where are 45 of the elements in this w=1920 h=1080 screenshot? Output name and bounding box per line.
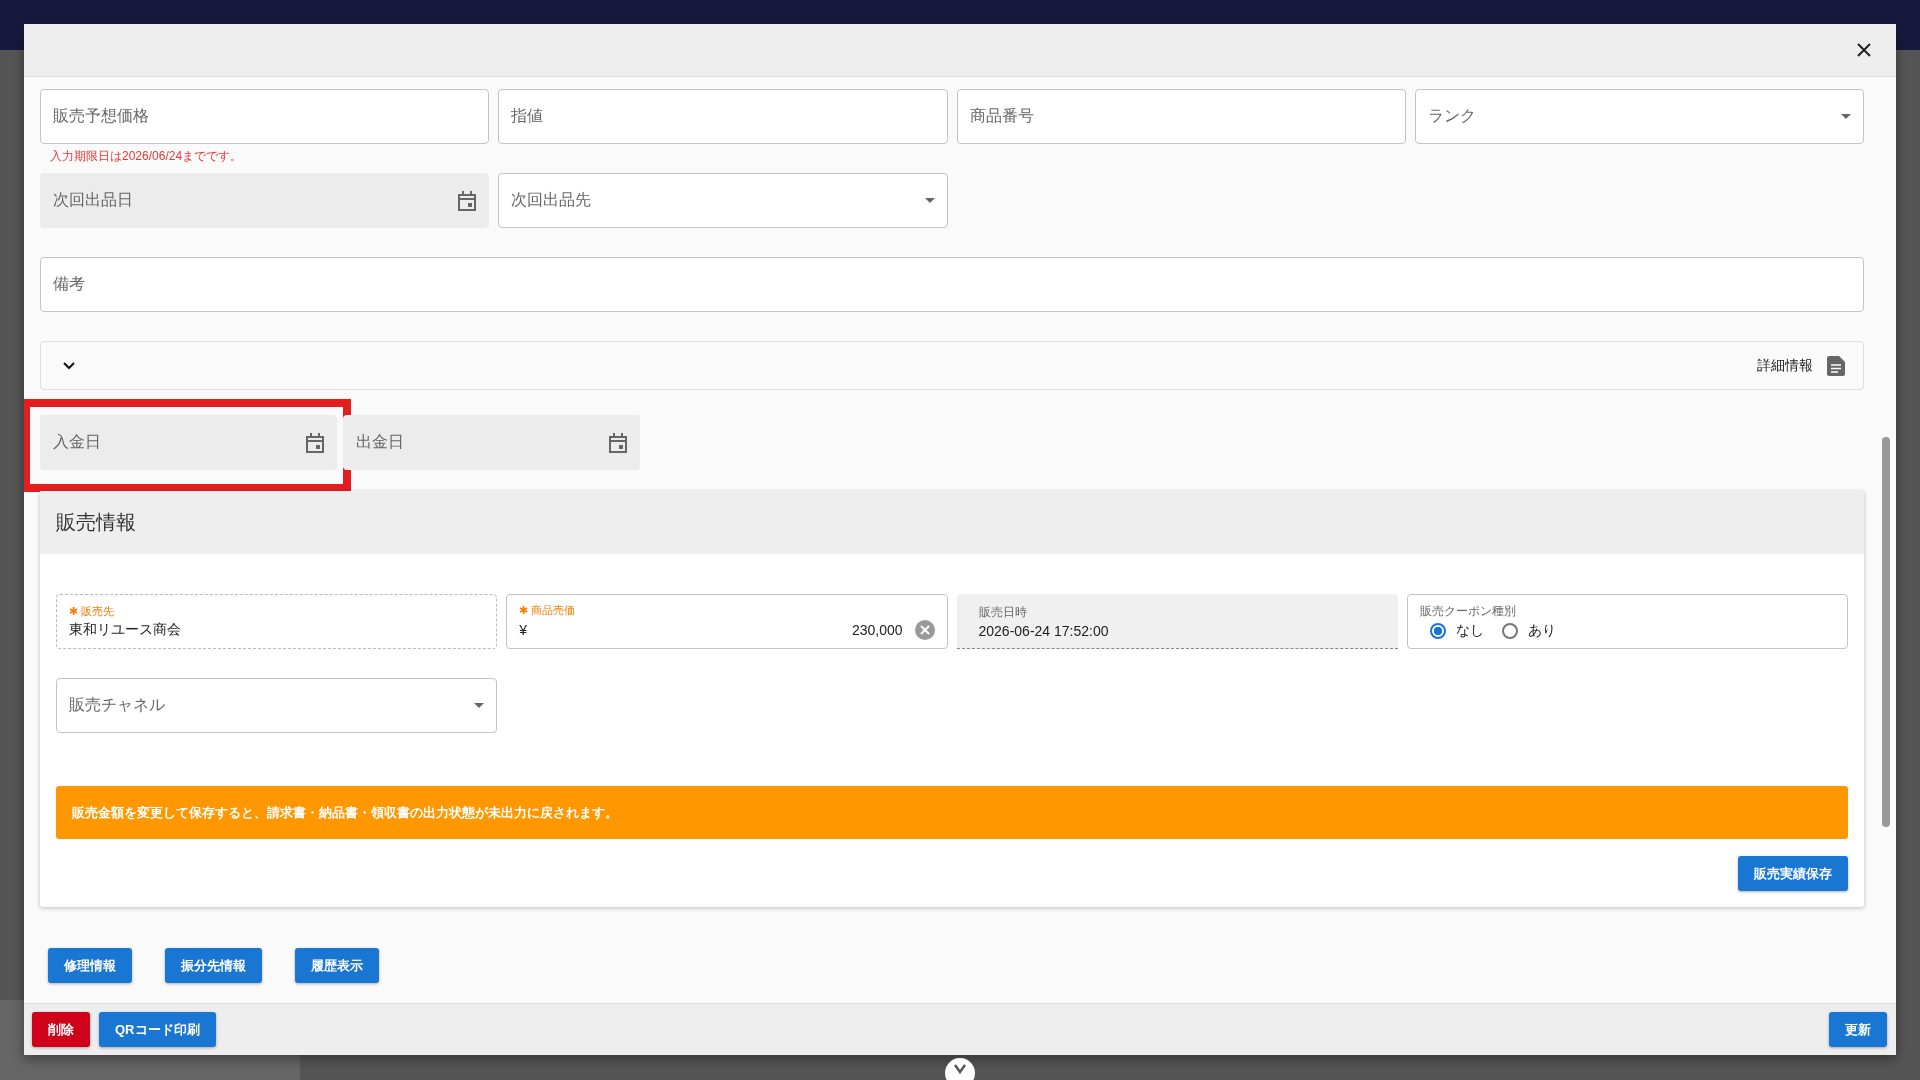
date-field[interactable]: 入金日 — [40, 415, 337, 470]
expansion-panel[interactable]: 詳細情報 — [40, 341, 1864, 390]
dropdown-caret-icon — [474, 703, 485, 708]
input-field[interactable]: 販売予想価格 — [40, 89, 490, 144]
expand-handle[interactable] — [945, 1058, 975, 1080]
radio-label: あり — [1527, 622, 1556, 640]
footer-button[interactable]: QRコード印刷 — [99, 1012, 216, 1047]
warning-banner: 販売金額を変更して保存すると、請求書・納品書・領収書の出力状態が未出力に戻されます。 — [56, 786, 1848, 839]
error-message: 入力期限日は2026/06/24までです。 — [49, 148, 244, 163]
calendar-icon — [458, 190, 477, 211]
radio-label: なし — [1455, 622, 1484, 640]
required-mark: ✱ — [69, 605, 78, 618]
dropdown-caret-icon — [1841, 114, 1851, 119]
dropdown-caret-icon — [924, 198, 935, 203]
field-label: 商品売価 — [531, 603, 576, 618]
readonly-field: ✱ 販売先 東和リユース商会 — [56, 594, 498, 649]
field-label: 販売日時 — [978, 603, 1028, 621]
radio-button[interactable] — [1429, 623, 1446, 639]
select-field[interactable]: 販売チャネル — [56, 678, 498, 733]
select-field[interactable]: ランク — [1414, 89, 1864, 144]
clear-icon[interactable] — [914, 620, 935, 640]
footer-button[interactable]: 削除 — [32, 1012, 90, 1047]
radio-button[interactable] — [1501, 623, 1518, 639]
required-mark: ✱ — [519, 604, 529, 617]
input-field[interactable]: 備考 — [40, 257, 1864, 312]
panel-title: 詳細情報 — [1757, 356, 1813, 375]
date-field[interactable]: 出金日 — [343, 415, 640, 470]
input-field[interactable]: 商品番号 — [956, 89, 1406, 144]
price-field[interactable]: ✱ 商品売価 ¥ 230,000 — [506, 594, 948, 649]
action-button[interactable]: 修理情報 — [48, 948, 132, 983]
save-button[interactable]: 販売実績保存 — [1738, 856, 1848, 891]
readonly-field: 販売日時 2026-06-24 17:52:00 — [956, 594, 1398, 649]
close-icon — [1856, 42, 1872, 58]
action-button[interactable]: 履歴表示 — [295, 948, 379, 983]
action-button[interactable]: 振分先情報 — [165, 948, 262, 983]
select-field[interactable]: 次回出品先 — [498, 173, 948, 228]
calendar-icon — [609, 432, 627, 453]
field-label: 販売先 — [81, 604, 114, 619]
calendar-icon — [306, 432, 324, 453]
date-field[interactable]: 次回出品日 — [40, 173, 490, 228]
input-field[interactable]: 指値 — [498, 89, 948, 144]
document-icon — [1827, 355, 1845, 376]
footer-button[interactable]: 更新 — [1829, 1012, 1887, 1047]
field-label: 販売クーポン種別 — [1419, 603, 1517, 620]
card-title: 販売情報 — [56, 510, 136, 535]
